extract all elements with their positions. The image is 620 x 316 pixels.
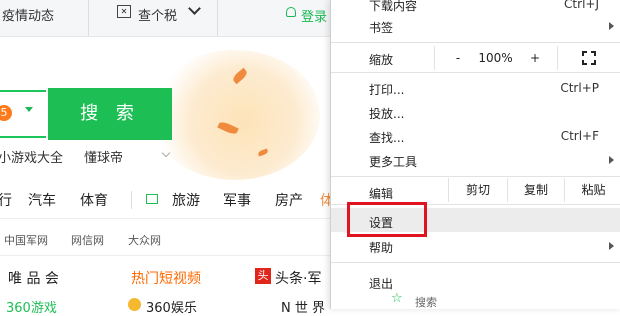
travel-icon <box>146 194 158 204</box>
site-link[interactable]: N 世 界 <box>281 297 325 316</box>
submenu-arrow-icon <box>609 242 614 250</box>
menu-label: 更多工具 <box>369 155 418 169</box>
shortcut-label: Ctrl+P <box>560 81 599 95</box>
toutiao-icon: 头 <box>255 268 271 284</box>
menu-separator <box>331 72 620 73</box>
menu-partial-item[interactable]: 搜索 <box>415 294 437 310</box>
search-button[interactable]: 搜 索 <box>48 88 172 140</box>
paste-button[interactable]: 粘贴 <box>564 178 620 202</box>
site-link[interactable]: 360游戏 <box>6 297 57 316</box>
menu-label: 帮助 <box>369 241 394 255</box>
divider <box>88 0 89 36</box>
site-link[interactable]: 中国军网 <box>4 232 48 248</box>
browser-menu: 下载内容 Ctrl+J 书签 缩放 - 100% + 打印... Ctrl+P … <box>330 0 620 309</box>
nav-item[interactable]: 旅游 <box>172 190 200 210</box>
divider <box>0 218 330 219</box>
zoom-in-button[interactable]: + <box>518 46 552 70</box>
nav-item[interactable]: 体育 <box>80 190 108 210</box>
site-link[interactable]: 头条·军 <box>275 268 321 288</box>
menu-separator <box>331 262 620 263</box>
menu-item-help[interactable]: 帮助 <box>331 234 620 258</box>
divider <box>131 191 132 209</box>
menu-separator <box>331 176 620 177</box>
fullscreen-icon <box>582 51 596 65</box>
menu-item-find[interactable]: 查找... Ctrl+F <box>331 124 620 148</box>
site-link[interactable]: 大众网 <box>128 232 161 248</box>
login-link[interactable]: 登录 <box>301 6 327 25</box>
menu-label: 编辑 <box>369 187 394 201</box>
divider <box>0 255 330 256</box>
site-link[interactable]: 网信网 <box>71 232 104 248</box>
cut-button[interactable]: 剪切 <box>448 178 507 202</box>
site-link[interactable]: 360娱乐 <box>146 297 197 316</box>
nav-item[interactable]: 汽车 <box>28 190 56 210</box>
menu-item-exit[interactable]: 退出 <box>331 270 620 294</box>
nav-item[interactable]: 房产 <box>275 190 303 210</box>
tax-icon: ✕ <box>117 5 131 18</box>
entertainment-icon <box>128 298 141 311</box>
menu-label: 投放... <box>369 107 405 121</box>
covid-news-link[interactable]: 疫情动态 <box>2 5 54 24</box>
menu-item-cast[interactable]: 投放... <box>331 100 620 124</box>
site-link[interactable]: 唯 品 会 <box>8 268 59 288</box>
submenu-arrow-icon <box>609 156 614 164</box>
shortcut-label: Ctrl+F <box>560 129 599 143</box>
decorative-sun <box>150 50 320 180</box>
user-icon <box>286 7 296 17</box>
nav-item[interactable]: 行 <box>0 190 12 210</box>
submenu-arrow-icon <box>609 22 614 30</box>
tax-link[interactable]: 查个税 <box>138 5 177 24</box>
shortcut-label: Ctrl+J <box>564 0 599 11</box>
engine-dropdown-icon[interactable] <box>25 107 33 112</box>
star-icon: ☆ <box>391 291 403 306</box>
menu-separator <box>331 42 620 43</box>
hot-link[interactable]: 小游戏大全 <box>0 147 63 166</box>
menu-item-print[interactable]: 打印... Ctrl+P <box>331 76 620 100</box>
site-link[interactable]: 热门短视频 <box>131 268 201 288</box>
menu-label: 打印... <box>369 83 405 97</box>
menu-item-bookmarks[interactable]: 书签 <box>331 14 620 38</box>
nav-item[interactable]: 军事 <box>223 190 251 210</box>
menu-label: 下载内容 <box>369 0 418 13</box>
menu-item-more-tools[interactable]: 更多工具 <box>331 148 620 172</box>
menu-label: 查找... <box>369 131 405 145</box>
menu-label: 缩放 <box>369 53 394 67</box>
divider <box>217 0 218 36</box>
menu-label: 退出 <box>369 277 394 291</box>
hot-link[interactable]: 懂球帝 <box>84 147 123 166</box>
zoom-level: 100% <box>478 51 513 65</box>
menu-label: 书签 <box>369 21 394 35</box>
copy-button[interactable]: 复制 <box>507 178 564 202</box>
highlight-box <box>347 202 427 237</box>
